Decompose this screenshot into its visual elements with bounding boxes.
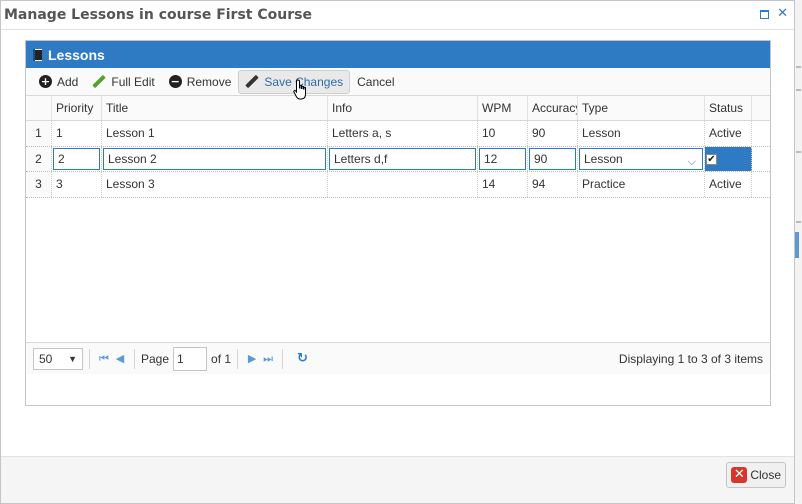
cancel-button[interactable]: Cancel	[350, 70, 401, 94]
pager-separator	[282, 348, 284, 369]
cell-priority: 2	[52, 147, 102, 171]
cell-accuracy[interactable]: 90	[528, 121, 578, 146]
cell-wpm[interactable]: 10	[478, 121, 528, 146]
row-number: 2	[26, 147, 52, 171]
cell-info[interactable]	[328, 172, 478, 197]
plus-circle-icon: +	[39, 75, 52, 88]
add-label: Add	[57, 74, 79, 89]
cell-status: ✔	[705, 147, 752, 171]
first-page-icon[interactable]: ⏮	[96, 352, 112, 366]
cell-accuracy[interactable]: 94	[528, 172, 578, 197]
table-row-editing[interactable]: 2 2 Lesson 2 Letters d,f 12 90 Lesson ⌵ …	[26, 147, 770, 172]
cell-priority[interactable]: 3	[52, 172, 102, 197]
cell-accuracy: 90	[528, 147, 578, 171]
cell-status[interactable]: Active	[705, 121, 752, 146]
col-type-header[interactable]: Type	[578, 96, 705, 120]
refresh-icon[interactable]: ↻	[297, 351, 308, 366]
close-button[interactable]: ✕ Close	[726, 462, 786, 488]
row-number: 1	[26, 121, 52, 146]
last-page-icon[interactable]: ⏭	[260, 352, 276, 366]
row-number: 3	[26, 172, 52, 197]
cell-type[interactable]: Practice	[578, 172, 705, 197]
pencil-dark-icon	[245, 75, 259, 89]
title-input[interactable]: Lesson 2	[103, 148, 326, 170]
pencil-icon	[92, 75, 106, 89]
close-icon[interactable]: ✕	[777, 7, 788, 20]
add-button[interactable]: + Add	[32, 70, 85, 94]
col-status-header[interactable]: Status	[705, 96, 752, 120]
remove-button[interactable]: − Remove	[162, 70, 239, 94]
next-page-icon[interactable]: ▶	[244, 352, 260, 365]
pager-separator	[89, 348, 90, 369]
background-app-edge	[794, 0, 802, 504]
caret-down-icon: ▼	[68, 353, 77, 364]
page-count-label: of 1	[211, 351, 232, 366]
grid-toolbar: + Add Full Edit − Remove Save Changes Ca…	[26, 68, 770, 96]
cell-info: Letters d,f	[328, 147, 478, 171]
grid-header: Priority Title Info WPM Accuracy Type St…	[26, 96, 770, 121]
window-title: Manage Lessons in course First Course	[4, 7, 312, 23]
page-label: Page	[141, 351, 170, 366]
accuracy-input[interactable]: 90	[529, 148, 576, 170]
col-priority-header[interactable]: Priority	[52, 96, 102, 120]
cell-priority[interactable]: 1	[52, 121, 102, 146]
pager-separator	[134, 348, 135, 369]
cell-type[interactable]: Lesson	[578, 121, 705, 146]
page-size-value: 50	[39, 351, 53, 366]
display-info: Displaying 1 to 3 of 3 items	[618, 351, 763, 366]
maximize-icon[interactable]	[760, 9, 770, 19]
cell-wpm: 12	[478, 147, 528, 171]
table-row[interactable]: 3 3 Lesson 3 14 94 Practice Active	[26, 172, 770, 198]
cell-title[interactable]: Lesson 3	[102, 172, 328, 197]
cell-status[interactable]: Active	[705, 172, 752, 197]
close-label: Close	[750, 468, 781, 482]
minus-circle-icon: −	[168, 75, 182, 88]
manage-lessons-window: Manage Lessons in course First Course ✕ …	[0, 0, 795, 504]
prev-page-icon[interactable]: ◀	[112, 352, 128, 365]
table-row[interactable]: 1 1 Lesson 1 Letters a, s 10 90 Lesson A…	[26, 121, 770, 147]
panel-title: Lessons	[48, 46, 105, 63]
col-info-header[interactable]: Info	[328, 96, 478, 120]
close-x-icon: ✕	[731, 467, 748, 483]
remove-label: Remove	[186, 74, 232, 89]
full-edit-button[interactable]: Full Edit	[85, 70, 161, 94]
grid-pager: 50 ▼ ⏮ ◀ Page 1 of 1 ▶ ⏭ ↻ Displaying 1 …	[26, 342, 770, 374]
col-rownum-header	[26, 96, 52, 120]
lessons-grid: Priority Title Info WPM Accuracy Type St…	[26, 96, 770, 374]
col-wpm-header[interactable]: WPM	[478, 96, 528, 120]
hand-cursor-icon	[293, 79, 306, 100]
chevron-down-icon: ⌵	[687, 156, 696, 168]
cell-info[interactable]: Letters a, s	[328, 121, 478, 146]
page-number-input[interactable]: 1	[173, 346, 208, 371]
pager-separator	[237, 348, 239, 369]
info-input[interactable]: Letters d,f	[329, 148, 476, 170]
wpm-input[interactable]: 12	[479, 148, 526, 170]
full-edit-label: Full Edit	[111, 74, 155, 89]
lessons-panel: Lessons + Add Full Edit − Remove Save Ch…	[25, 40, 771, 406]
cell-type: Lesson ⌵	[578, 147, 705, 171]
status-checkbox[interactable]: ✔	[706, 153, 717, 165]
cancel-label: Cancel	[357, 74, 395, 89]
cell-wpm[interactable]: 14	[478, 172, 528, 197]
window-header: Manage Lessons in course First Course ✕	[1, 1, 794, 30]
cell-title[interactable]: Lesson 1	[102, 121, 328, 146]
page-size-dropdown[interactable]: 50 ▼	[33, 347, 83, 370]
type-selected-value: Lesson	[584, 152, 623, 166]
priority-input[interactable]: 2	[53, 148, 100, 170]
panel-header: Lessons	[26, 41, 770, 68]
window-footer: ✕ Close	[1, 456, 794, 503]
col-accuracy-header[interactable]: Accuracy	[528, 96, 578, 120]
cell-title: Lesson 2	[102, 147, 328, 171]
type-dropdown[interactable]: Lesson ⌵	[579, 148, 703, 170]
book-icon	[33, 48, 42, 61]
window-actions: ✕	[760, 7, 788, 20]
